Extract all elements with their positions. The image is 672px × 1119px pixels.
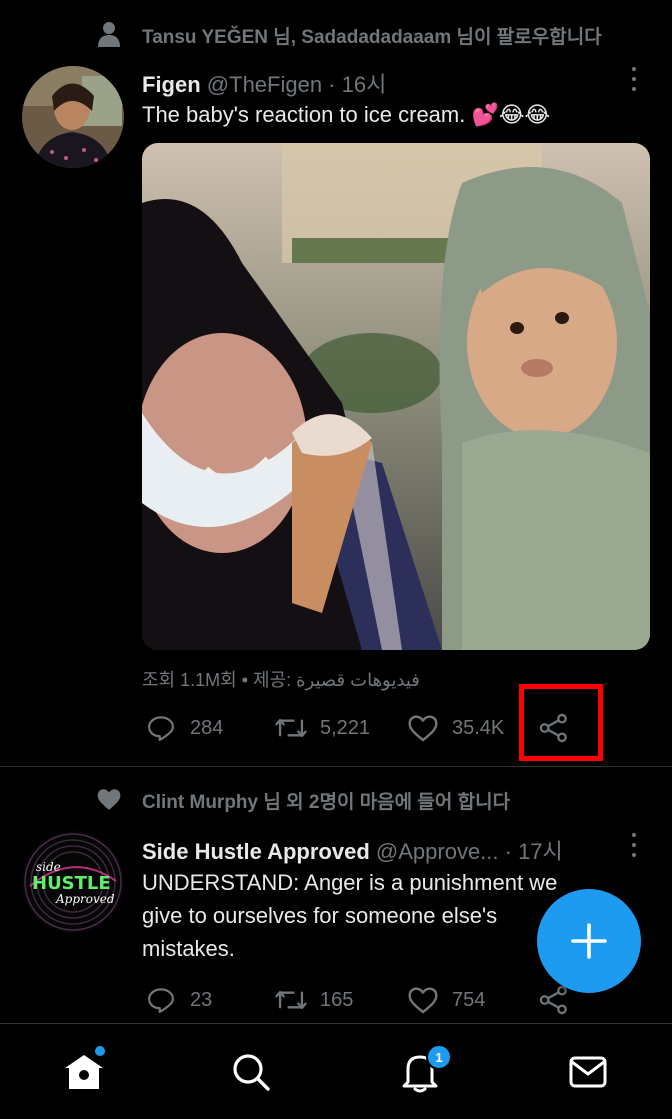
bottom-nav: 1 [0,1023,672,1119]
social-context: Tansu YEĞEN 님, Sadadadadaaam 님이 팔로우합니다 [0,18,672,50]
search-icon [233,1054,270,1091]
nav-notifications[interactable]: 1 [398,1044,452,1094]
social-context: Clint Murphy 님 외 2명이 마음에 들어 합니다 [0,783,672,815]
reply-icon [144,983,178,1017]
home-unread-dot [95,1046,105,1056]
retweet-count: 165 [320,988,354,1011]
tweet-text-line: mistakes. [142,936,235,961]
like-button[interactable]: 754 [406,980,485,1020]
tweet-divider [0,766,672,767]
heart-icon [94,784,124,814]
view-count: 조회 1.1M회 • 제공: فيديوهات قصيرة [142,670,420,690]
tweet-text: UNDERSTAND: Anger is a punishment we giv… [142,866,557,965]
avatar-logo-line2: HUSTLE [32,873,111,894]
plus-icon [571,923,607,959]
avatar-logo-line1: side [36,860,61,874]
share-highlight-box [519,684,603,761]
like-count: 754 [452,988,486,1011]
tweet-header: Side Hustle Approved @Approve... · 17시 [142,834,563,866]
heart-icon [406,711,440,745]
author-name[interactable]: Side Hustle Approved [142,839,370,864]
reply-icon [144,711,178,745]
more-options-icon[interactable] [624,830,644,860]
reply-count: 23 [190,988,213,1011]
author-meta: @Approve... · 17시 [375,839,563,864]
avatar[interactable]: side HUSTLE Approved [22,831,124,933]
like-button[interactable]: 35.4K [406,708,504,748]
tweet-video[interactable] [142,143,650,650]
heart-icon [406,983,440,1017]
reply-count: 284 [190,716,224,739]
person-icon [94,19,124,49]
retweet-button[interactable]: 165 [274,980,353,1020]
author-name[interactable]: Figen [142,72,201,97]
retweet-icon [274,711,308,745]
share-icon [537,983,571,1017]
retweet-count: 5,221 [320,716,371,739]
social-context-text: Clint Murphy 님 외 2명이 마음에 들어 합니다 [142,792,511,813]
like-count: 35.4K [452,716,505,739]
retweet-icon [274,983,308,1017]
avatar[interactable] [22,66,124,168]
nav-search[interactable] [229,1050,273,1094]
reply-button[interactable]: 284 [144,708,223,748]
home-icon [65,1055,103,1089]
notification-badge: 1 [426,1044,452,1070]
tweet-header: Figen @TheFigen · 16시 [142,67,386,99]
compose-tweet-button[interactable] [537,889,641,993]
tweet-text: The baby's reaction to ice cream. 💕😂😂 [142,102,551,127]
reply-button[interactable]: 23 [144,980,212,1020]
messages-icon [569,1056,607,1088]
avatar-logo-line3: Approved [55,892,115,906]
more-options-icon[interactable] [624,64,644,94]
tweet-text-line: give to ourselves for someone else's [142,903,498,928]
nav-messages[interactable] [566,1050,610,1094]
retweet-button[interactable]: 5,221 [274,708,370,748]
social-context-text: Tansu YEĞEN 님, Sadadadadaaam 님이 팔로우합니다 [142,27,602,48]
tweet-text-line: UNDERSTAND: Anger is a punishment we [142,870,558,895]
nav-home[interactable] [62,1046,106,1094]
author-meta: @TheFigen · 16시 [206,72,387,97]
